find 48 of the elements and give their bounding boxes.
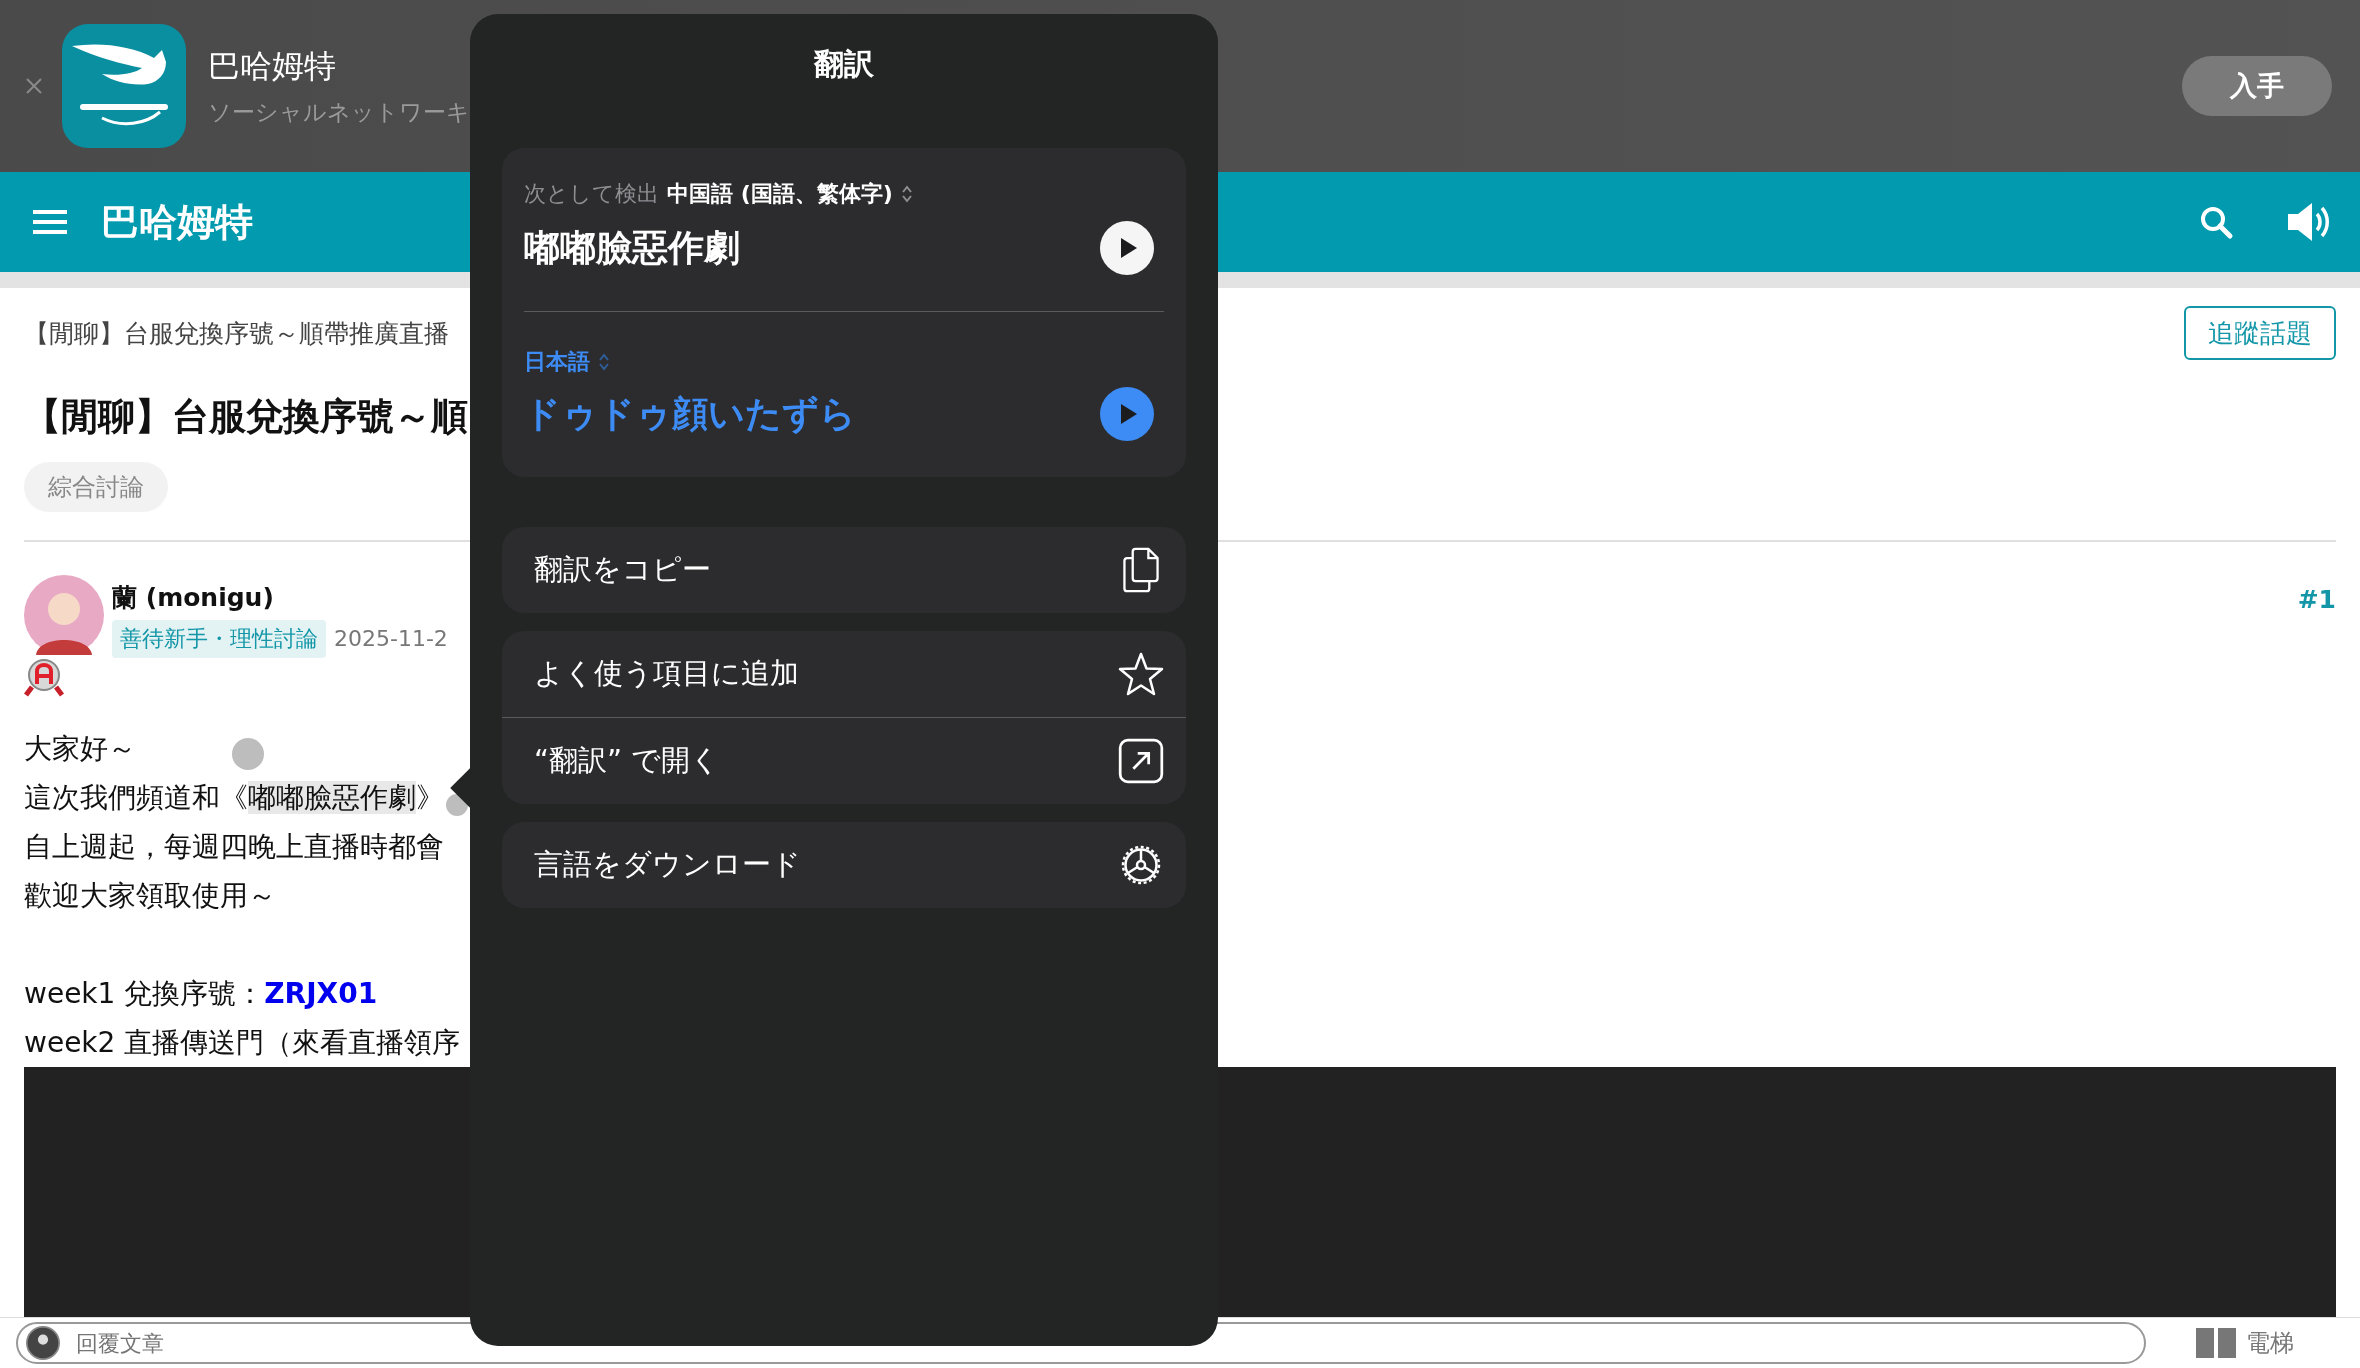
chevron-icon[interactable] [900, 184, 913, 204]
chevron-icon[interactable] [598, 352, 610, 372]
user-badge: 善待新手・理性討論 [112, 619, 326, 658]
grid-icon[interactable] [2196, 1328, 2236, 1358]
menu-item-label: 翻訳をコピー [534, 551, 711, 588]
menu-item[interactable]: 翻訳をコピー [502, 527, 1186, 613]
close-icon[interactable] [24, 76, 44, 96]
app-category: ソーシャルネットワーキ [208, 97, 470, 127]
get-button[interactable]: 入手 [2182, 56, 2332, 116]
play-icon[interactable] [1100, 221, 1154, 275]
popup-title: 翻訳 [813, 46, 875, 82]
app-name: 巴哈姆特 [208, 45, 337, 87]
post-text-line: week2 直播傳送門（來看直播領序 [24, 1024, 461, 1061]
app-icon [62, 24, 186, 148]
avatar-icon[interactable] [24, 574, 104, 655]
target-language-picker[interactable]: 日本語 [524, 347, 590, 377]
menu-item[interactable]: “翻訳” で開く [502, 718, 1186, 804]
source-text: 嘟嘟臉惡作劇 [524, 225, 740, 270]
search-icon[interactable] [2198, 204, 2234, 240]
menu-item[interactable]: よく使う項目に追加 [502, 631, 1186, 717]
menu-icon[interactable] [33, 208, 67, 236]
author-name[interactable]: 蘭 (monigu) [112, 580, 448, 614]
post-text-line: 這次我們頻道和《嘟嘟臉惡作劇》 [24, 779, 444, 816]
post-text-line: 自上週起，每週四晚上直播時都會 [24, 828, 444, 865]
follow-topic-button[interactable]: 追蹤話題 [2184, 306, 2336, 360]
site-title[interactable]: 巴哈姆特 [101, 196, 253, 248]
post-text-line: week1 兌換序號：ZRJX01 [24, 975, 378, 1012]
post-text-line: 大家好～ [24, 730, 136, 767]
elevator-button[interactable]: 電梯 [2246, 1327, 2294, 1359]
post-text-line: 歡迎大家領取使用～ [24, 877, 276, 914]
floor-number[interactable]: #1 [2297, 574, 2336, 697]
medal-icon [24, 656, 64, 697]
avatar-icon [26, 1326, 60, 1360]
post-date: 2025-11-2 [334, 626, 448, 652]
open-external-icon [1118, 738, 1164, 784]
board-tag[interactable]: 綜合討論 [24, 462, 168, 512]
menu-item-label: 言語をダウンロード [534, 846, 801, 883]
menu-item-label: よく使う項目に追加 [534, 655, 799, 692]
reply-input[interactable]: 回覆文章 [74, 1329, 2136, 1357]
detected-label: 次として検出 [524, 180, 659, 208]
thread-title: 【閒聊】台服兌換序號～順 [24, 394, 468, 440]
selection-handle[interactable] [232, 737, 264, 770]
menu-item[interactable]: 言語をダウンロード [502, 822, 1186, 908]
breadcrumb-title: 【閒聊】台服兌換序號～順帶推廣直播 [24, 317, 449, 350]
translated-text: ドゥドゥ顔いたずら [524, 391, 856, 436]
star-icon [1118, 651, 1164, 697]
source-language-picker[interactable]: 中国語 (国語、繁体字) [667, 179, 893, 209]
menu-item-label: “翻訳” で開く [534, 742, 721, 779]
